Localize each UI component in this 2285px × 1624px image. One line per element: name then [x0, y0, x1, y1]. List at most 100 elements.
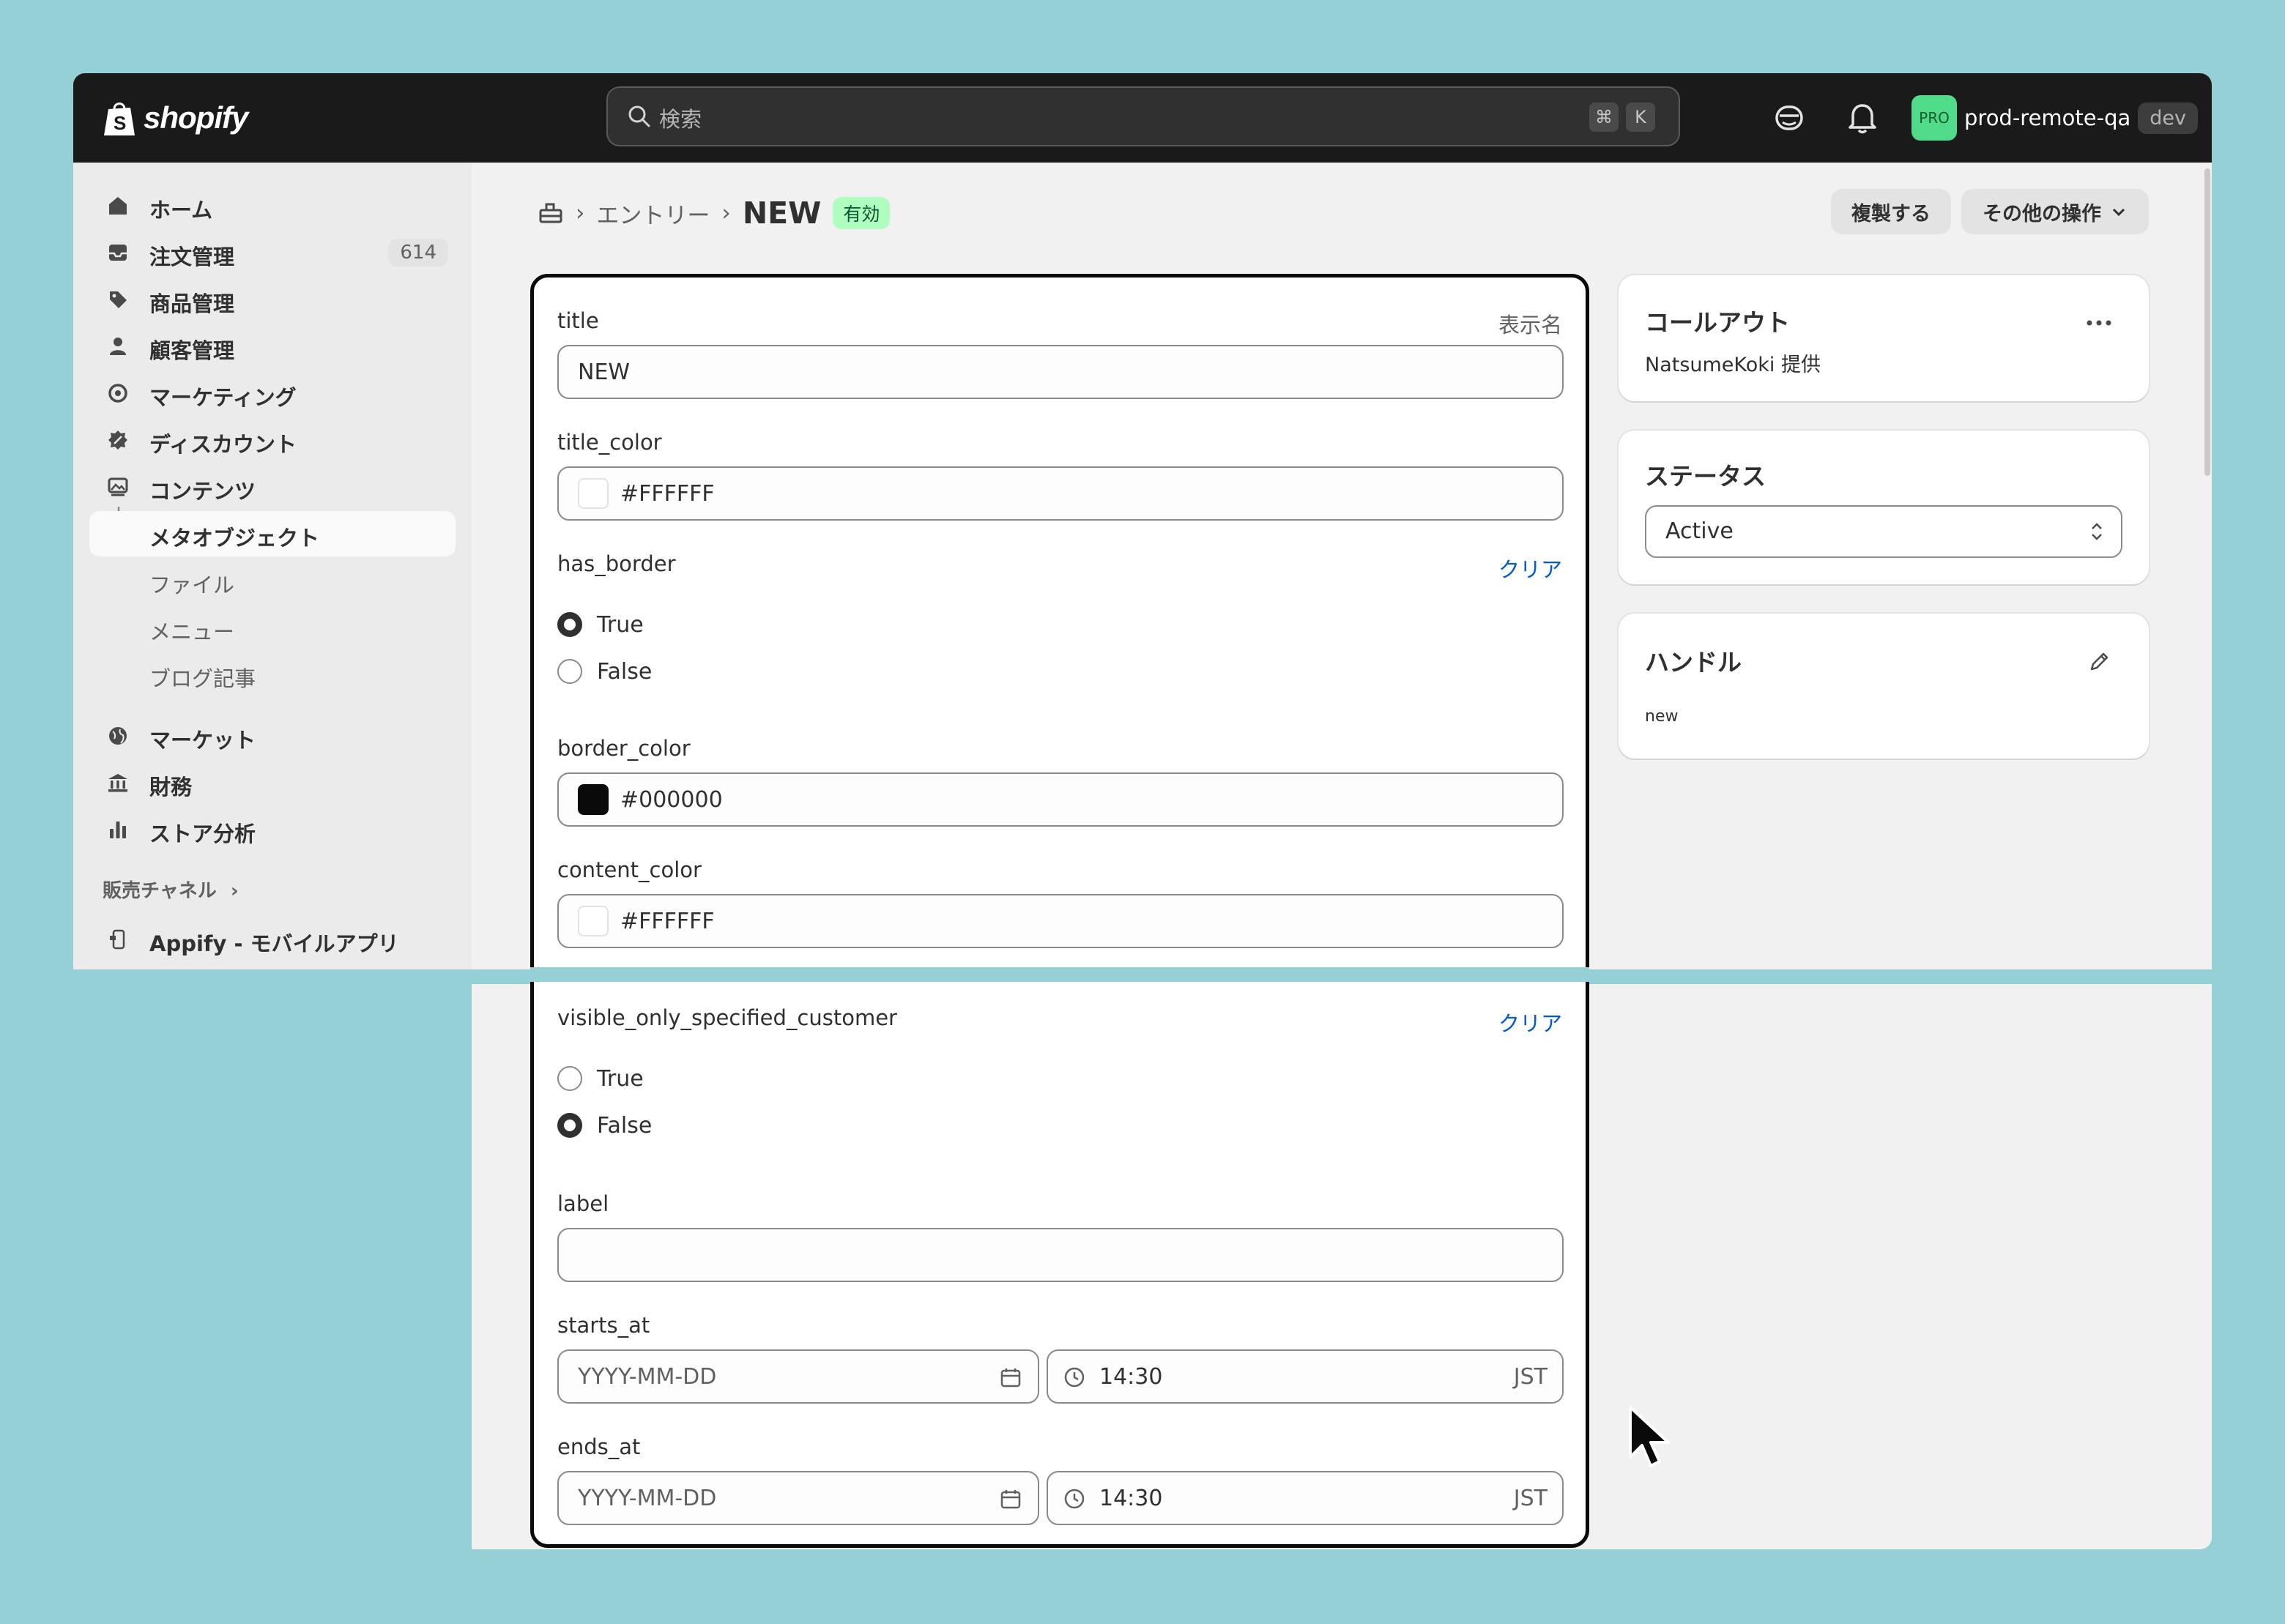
sidebar-item-finance[interactable]: 財務: [89, 760, 456, 805]
mobile-app-icon: [110, 929, 125, 950]
scrollbar[interactable]: [2204, 168, 2210, 476]
chevron-down-icon: [2112, 208, 2125, 217]
search-icon: [628, 105, 650, 127]
tag-icon: [110, 291, 127, 308]
radio-label: False: [597, 658, 653, 685]
home-icon: [109, 197, 127, 215]
sidebar-item-customers[interactable]: 顧客管理: [89, 324, 456, 369]
pencil-edit-icon[interactable]: [2087, 650, 2111, 674]
breadcrumb-separator-icon: ›: [721, 200, 731, 226]
clock-icon: [1064, 1489, 1085, 1509]
sidebar-item-content[interactable]: コンテンツ: [89, 464, 456, 510]
starts-at-time-input[interactable]: 14:30 JST: [1047, 1349, 1564, 1404]
calendar-icon[interactable]: [1000, 1367, 1022, 1389]
field-label-starts-at: starts_at: [557, 1313, 650, 1338]
display-name-hint: 表示名: [1498, 313, 1562, 338]
handle-card: ハンドル new: [1619, 614, 2149, 759]
inbox-icon: [109, 245, 127, 261]
sidebar-item-orders[interactable]: 注文管理 614: [89, 230, 456, 275]
has-border-clear-link[interactable]: クリア: [1498, 553, 1562, 584]
shopify-logo[interactable]: S shopify: [103, 95, 248, 141]
select-arrows-icon: [2092, 523, 2102, 540]
more-actions-button[interactable]: その他の操作: [1961, 189, 2149, 234]
breadcrumb-separator-icon: ›: [576, 200, 585, 226]
callout-title: コールアウト: [1645, 308, 1790, 337]
title-color-input[interactable]: #FFFFFF: [557, 466, 1564, 521]
orders-count-badge: 614: [388, 239, 448, 267]
radio-empty-icon: [557, 659, 582, 684]
more-horizontal-icon[interactable]: [2086, 319, 2112, 327]
sidebar-item-analytics[interactable]: ストア分析: [89, 807, 456, 852]
field-label-content-color: content_color: [557, 857, 702, 882]
color-swatch[interactable]: [578, 784, 609, 815]
sidebar-item-label: メタオブジェクト: [149, 526, 320, 551]
date-placeholder: YYYY-MM-DD: [578, 1364, 717, 1390]
sidekick-icon[interactable]: [1772, 101, 1806, 135]
status-select-value: Active: [1665, 518, 1734, 544]
duplicate-button[interactable]: 複製する: [1831, 189, 1951, 234]
sidebar-item-label: 財務: [149, 775, 193, 800]
has-border-radio-false[interactable]: False: [557, 657, 652, 686]
visible-only-clear-link[interactable]: クリア: [1498, 1007, 1562, 1038]
label-input[interactable]: [557, 1228, 1564, 1282]
radio-selected-icon: [557, 1113, 582, 1138]
bell-icon[interactable]: [1847, 101, 1878, 135]
ends-at-time-input[interactable]: 14:30 JST: [1047, 1471, 1564, 1525]
sidebar-item-metaobjects[interactable]: メタオブジェクト: [89, 511, 456, 556]
visible-only-radio-true[interactable]: True: [557, 1064, 644, 1093]
sidebar-item-appify[interactable]: Appify - モバイルアプリ: [89, 917, 456, 962]
target-icon: [108, 384, 127, 403]
sidebar-item-products[interactable]: 商品管理: [89, 277, 456, 322]
has-border-radio-true[interactable]: True: [557, 610, 644, 639]
border-color-value: #000000: [620, 787, 723, 813]
sidebar-item-files[interactable]: ファイル: [89, 558, 456, 603]
search-input[interactable]: 検索 ⌘ K: [606, 86, 1680, 146]
shortcut-k-key: K: [1626, 103, 1655, 132]
image-icon: [108, 477, 128, 496]
chart-icon: [110, 822, 126, 838]
status-badge: 有効: [833, 197, 891, 229]
mouse-cursor-icon: [1629, 1406, 1670, 1467]
content-color-value: #FFFFFF: [620, 909, 715, 934]
content-color-input[interactable]: #FFFFFF: [557, 894, 1564, 948]
logo-text: shopify: [144, 100, 248, 135]
border-color-input[interactable]: #000000: [557, 772, 1564, 827]
sidebar-item-home[interactable]: ホーム: [89, 183, 456, 228]
sidebar-item-label: マーケティング: [149, 385, 297, 410]
clock-icon: [1064, 1367, 1085, 1388]
sidebar-item-marketing[interactable]: マーケティング: [89, 370, 456, 416]
title-input[interactable]: NEW: [557, 345, 1564, 399]
sidebar: ホーム 注文管理 614 商品管理 顧客管理 マーケティング ディスカウント コ…: [73, 163, 472, 969]
sales-channels-heading[interactable]: 販売チャネル ›: [103, 876, 239, 903]
shopify-bag-icon: S: [104, 103, 135, 135]
sidebar-item-discounts[interactable]: ディスカウント: [89, 417, 456, 463]
date-placeholder: YYYY-MM-DD: [578, 1486, 717, 1511]
field-label-label: label: [557, 1191, 609, 1216]
visible-only-radio-false[interactable]: False: [557, 1111, 652, 1140]
status-select[interactable]: Active: [1645, 505, 2122, 558]
breadcrumb-parent-link[interactable]: エントリー: [596, 197, 710, 230]
metaobject-icon[interactable]: [538, 200, 564, 226]
env-badge: dev: [2138, 102, 2199, 134]
callout-card: コールアウト NatsumeKoki 提供: [1619, 275, 2149, 401]
sidebar-item-menus[interactable]: メニュー: [89, 605, 456, 650]
color-swatch[interactable]: [578, 478, 609, 509]
starts-at-date-input[interactable]: YYYY-MM-DD: [557, 1349, 1039, 1404]
color-swatch[interactable]: [578, 906, 609, 936]
store-menu[interactable]: PRO prod-remote-qa dev: [1911, 95, 2199, 141]
sidebar-item-label: メニュー: [149, 619, 235, 644]
status-title: ステータス: [1645, 462, 1766, 491]
field-label-has-border: has_border: [557, 551, 676, 576]
breadcrumb: › エントリー › NEW 有効: [538, 190, 891, 236]
radio-empty-icon: [557, 1066, 582, 1091]
sidebar-item-label: ファイル: [149, 573, 235, 597]
title-value: NEW: [578, 360, 631, 385]
sidebar-item-label: ブログ記事: [149, 666, 256, 691]
sidebar-item-markets[interactable]: マーケット: [89, 713, 456, 759]
calendar-icon[interactable]: [1000, 1489, 1022, 1511]
sidebar-item-label: ホーム: [149, 198, 213, 223]
ends-at-date-input[interactable]: YYYY-MM-DD: [557, 1471, 1039, 1525]
sidebar-item-blog-posts[interactable]: ブログ記事: [89, 652, 456, 697]
timezone-label: JST: [1513, 1486, 1548, 1511]
handle-value: new: [1645, 707, 1679, 726]
